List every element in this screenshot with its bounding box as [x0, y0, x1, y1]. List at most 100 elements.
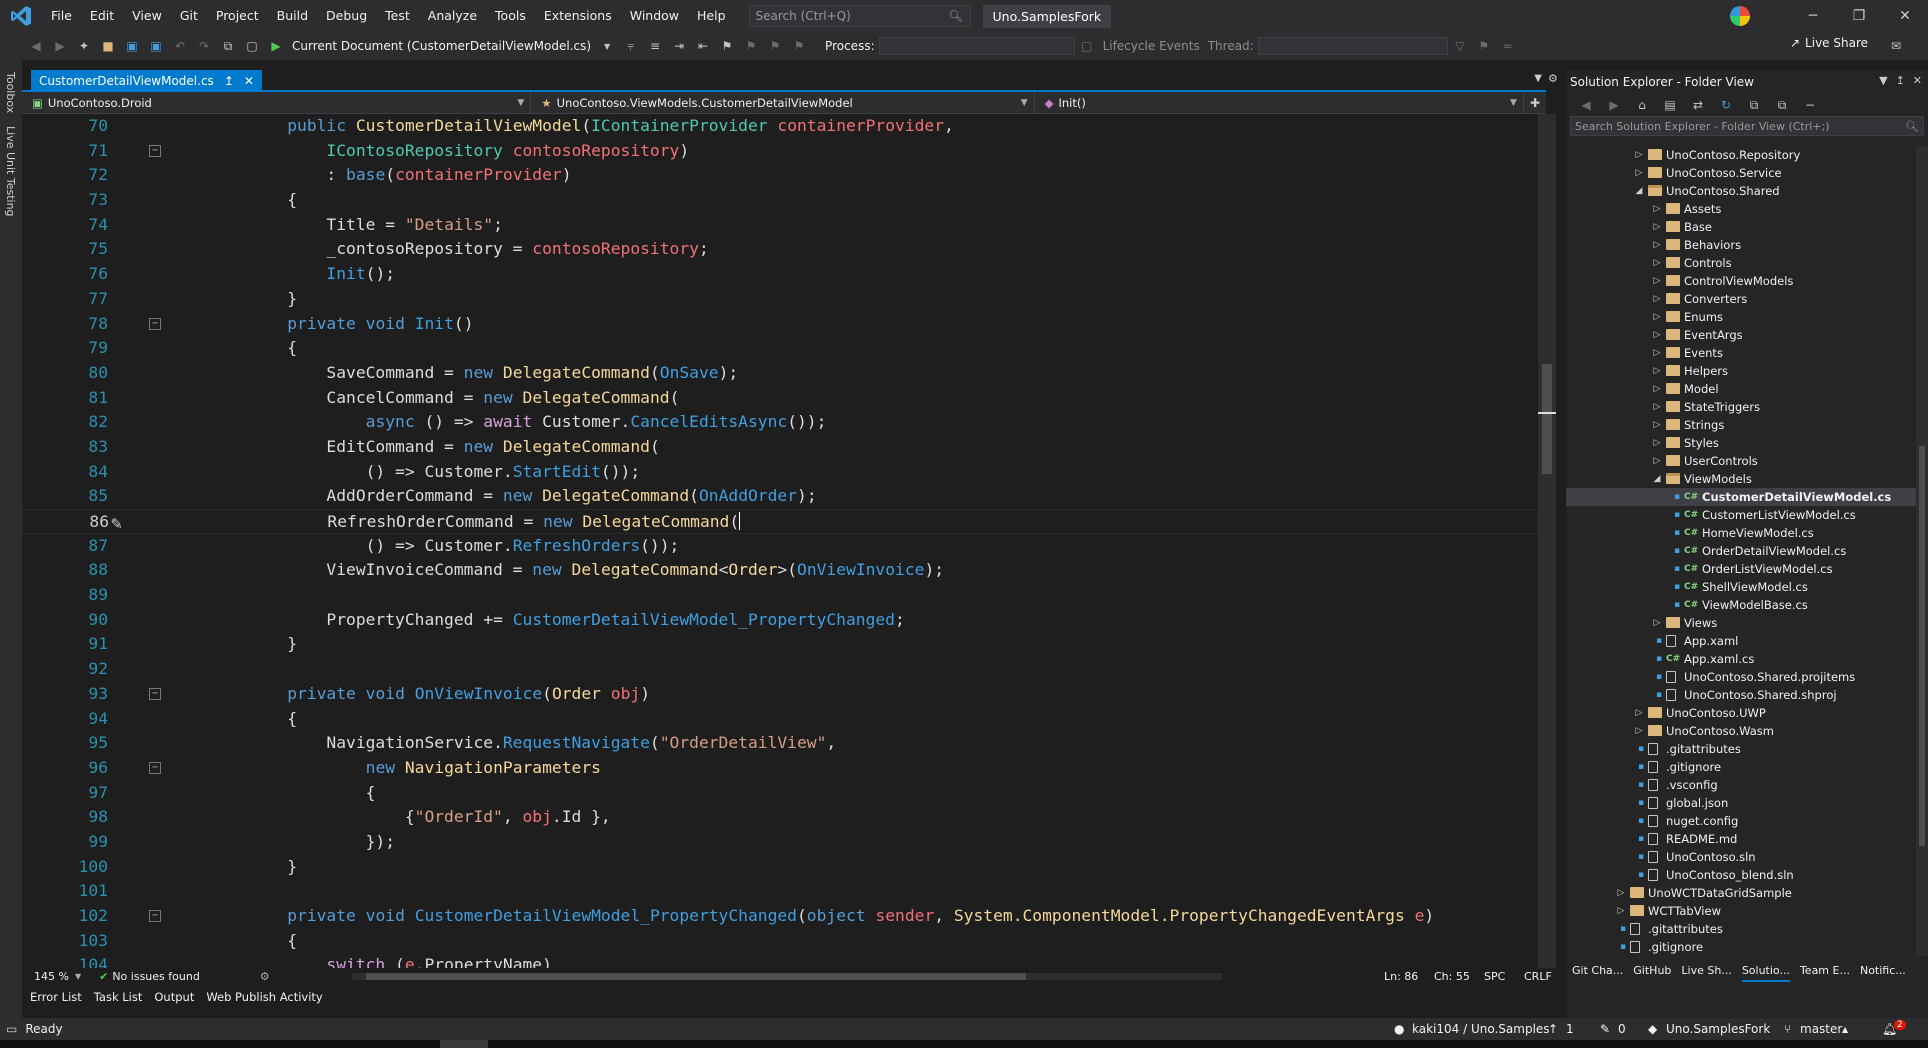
save-all-icon[interactable]: ▣: [147, 38, 165, 54]
forward-icon[interactable]: ▶: [1605, 97, 1623, 113]
avatar[interactable]: [1730, 6, 1750, 26]
pin-icon[interactable]: ↥: [224, 74, 234, 88]
tree-item[interactable]: ▷ StateTriggers: [1566, 398, 1928, 416]
tree-item[interactable]: ▷ UnoWCTDataGridSample: [1566, 884, 1928, 902]
back-icon[interactable]: ◀: [27, 38, 45, 54]
redo-icon[interactable]: ↷: [195, 38, 213, 54]
close-icon[interactable]: ✕: [1882, 0, 1928, 32]
flag-icon[interactable]: ⚑: [1475, 38, 1493, 54]
screenshot-icon[interactable]: ▢: [243, 38, 261, 54]
solution-explorer-search-input[interactable]: Search Solution Explorer - Folder View (…: [1570, 116, 1924, 136]
code-line[interactable]: 71 − IContosoRepository contosoRepository…: [22, 139, 1538, 164]
code-line[interactable]: 100 }: [22, 855, 1538, 880]
code-line[interactable]: 82 async () => await Customer.CancelEdit…: [22, 410, 1538, 435]
expand-arrow-icon[interactable]: ▷: [1634, 146, 1644, 164]
tree-item[interactable]: ▷ Assets: [1566, 200, 1928, 218]
collapse-icon[interactable]: −: [149, 910, 161, 922]
expand-arrow-icon[interactable]: ▷: [1652, 452, 1662, 470]
tree-item[interactable]: ▪ C# ShellViewModel.cs: [1566, 578, 1928, 596]
code-line[interactable]: 92: [22, 657, 1538, 682]
tree-item[interactable]: ▷ Strings: [1566, 416, 1928, 434]
pending-changes-count[interactable]: 0: [1618, 1022, 1626, 1036]
code-line[interactable]: 75 _contosoRepository = contosoRepositor…: [22, 237, 1538, 262]
code-line[interactable]: 70 public CustomerDetailViewModel(IConta…: [22, 114, 1538, 139]
expand-arrow-icon[interactable]: ▷: [1652, 434, 1662, 452]
code-line[interactable]: 81 CancelCommand = new DelegateCommand(: [22, 386, 1538, 411]
current-code-line[interactable]: 86 ✎ RefreshOrderCommand = new DelegateCo…: [22, 509, 1538, 534]
expand-arrow-icon[interactable]: ▷: [1652, 344, 1662, 362]
chevron-down-icon[interactable]: ▼: [598, 38, 616, 54]
menu-test[interactable]: Test: [376, 0, 419, 32]
tab-error-list[interactable]: Error List: [30, 990, 82, 1008]
type-dropdown[interactable]: ★ UnoContoso.ViewModels.CustomerDetailVi…: [531, 92, 1035, 114]
tree-item[interactable]: ▷ WCTTabView: [1566, 902, 1928, 920]
tree-item[interactable]: ▷ Enums: [1566, 308, 1928, 326]
back-icon[interactable]: ◀: [1577, 97, 1595, 113]
tree-item[interactable]: ▪ C# HomeViewModel.cs: [1566, 524, 1928, 542]
tree-item[interactable]: ▷ ControlViewModels: [1566, 272, 1928, 290]
solution-status[interactable]: Uno.SamplesFork: [1666, 1022, 1770, 1036]
code-line[interactable]: 98 {"OrderId", obj.Id },: [22, 805, 1538, 830]
bookmark-icon[interactable]: ⚑: [718, 38, 736, 54]
split-window-icon[interactable]: ✚: [1524, 92, 1546, 113]
show-all-files-icon[interactable]: ⧉: [1773, 97, 1791, 113]
collapse-icon[interactable]: −: [149, 687, 161, 700]
menu-window[interactable]: Window: [621, 0, 688, 32]
chevron-down-icon[interactable]: ▼: [1879, 74, 1887, 87]
tree-item[interactable]: ▷ Controls: [1566, 254, 1928, 272]
expand-arrow-icon[interactable]: ▷: [1652, 254, 1662, 272]
search-input[interactable]: Search (Ctrl+Q) 🔍︎: [748, 5, 971, 27]
collapse-arrow-icon[interactable]: ◢: [1634, 182, 1644, 200]
code-line[interactable]: 74 Title = "Details";: [22, 213, 1538, 238]
menu-view[interactable]: View: [123, 0, 171, 32]
save-icon[interactable]: ▣: [123, 38, 141, 54]
code-line[interactable]: 93 − private void OnViewInvoice(Order obj…: [22, 682, 1538, 707]
suggestions-icon[interactable]: ⚙: [260, 970, 270, 983]
forward-icon[interactable]: ▶: [51, 38, 69, 54]
code-line[interactable]: 95 NavigationService.RequestNavigate("Or…: [22, 731, 1538, 756]
line-ending-indicator[interactable]: CRLF: [1524, 970, 1552, 983]
switch-views-icon[interactable]: ▤: [1661, 97, 1679, 113]
tab-list-dropdown-icon[interactable]: ▼: [1534, 73, 1542, 84]
branch-button[interactable]: master: [1800, 1022, 1842, 1036]
menu-project[interactable]: Project: [207, 0, 268, 32]
code-line[interactable]: 78 − private void Init(): [22, 312, 1538, 337]
attach-icon[interactable]: ⧉: [219, 38, 237, 54]
tree-item[interactable]: ▪ UnoContoso.Shared.projitems: [1566, 668, 1928, 686]
code-line[interactable]: 85 AddOrderCommand = new DelegateCommand…: [22, 484, 1538, 509]
member-dropdown[interactable]: ◆ Init() ▼: [1035, 92, 1524, 114]
scrollbar-thumb[interactable]: [1542, 364, 1552, 474]
tree-item[interactable]: ▪ global.json: [1566, 794, 1928, 812]
repository-button[interactable]: kaki104 / Uno.Samples: [1412, 1022, 1550, 1036]
sync-icon[interactable]: ⇄: [1689, 97, 1707, 113]
column-indicator[interactable]: Ch: 55: [1434, 970, 1470, 983]
menu-tools[interactable]: Tools: [486, 0, 535, 32]
tree-item[interactable]: ▷ UnoContoso.UWP: [1566, 704, 1928, 722]
tree-item[interactable]: ▷ UnoContoso.Wasm: [1566, 722, 1928, 740]
tab-output[interactable]: Output: [154, 990, 194, 1008]
se-bottom-tab[interactable]: Solutio...: [1741, 964, 1790, 982]
tree-item[interactable]: ▪ C# CustomerListViewModel.cs: [1566, 506, 1928, 524]
close-tab-icon[interactable]: ✕: [244, 74, 254, 88]
expand-arrow-icon[interactable]: ▷: [1652, 398, 1662, 416]
code-line[interactable]: 83 EditCommand = new DelegateCommand(: [22, 435, 1538, 460]
minimize-icon[interactable]: ─: [1790, 0, 1836, 32]
tree-item[interactable]: ▪ .gitignore: [1566, 938, 1928, 956]
tree-item[interactable]: ▪ .gitattributes: [1566, 920, 1928, 938]
expand-arrow-icon[interactable]: ▷: [1652, 380, 1662, 398]
expand-arrow-icon[interactable]: ▷: [1616, 884, 1626, 902]
tree-item[interactable]: ▷ Converters: [1566, 290, 1928, 308]
chevron-down-icon[interactable]: ▼: [75, 972, 81, 981]
menu-extensions[interactable]: Extensions: [535, 0, 621, 32]
project-dropdown[interactable]: ▣ UnoContoso.Droid ▼: [22, 92, 532, 114]
expand-arrow-icon[interactable]: ▷: [1652, 362, 1662, 380]
tree-item[interactable]: ▷ Views: [1566, 614, 1928, 632]
clear-bookmarks-icon[interactable]: ⚑: [790, 38, 808, 54]
scrollbar-thumb[interactable]: [1919, 446, 1925, 846]
expand-arrow-icon[interactable]: ▷: [1652, 416, 1662, 434]
code-line[interactable]: 89: [22, 583, 1538, 608]
code-line[interactable]: 96 − new NavigationParameters: [22, 756, 1538, 781]
se-bottom-tab[interactable]: Notific...: [1860, 964, 1906, 982]
code-editor[interactable]: 70 public CustomerDetailViewModel(IConta…: [22, 114, 1538, 968]
expand-arrow-icon[interactable]: ▷: [1652, 290, 1662, 308]
